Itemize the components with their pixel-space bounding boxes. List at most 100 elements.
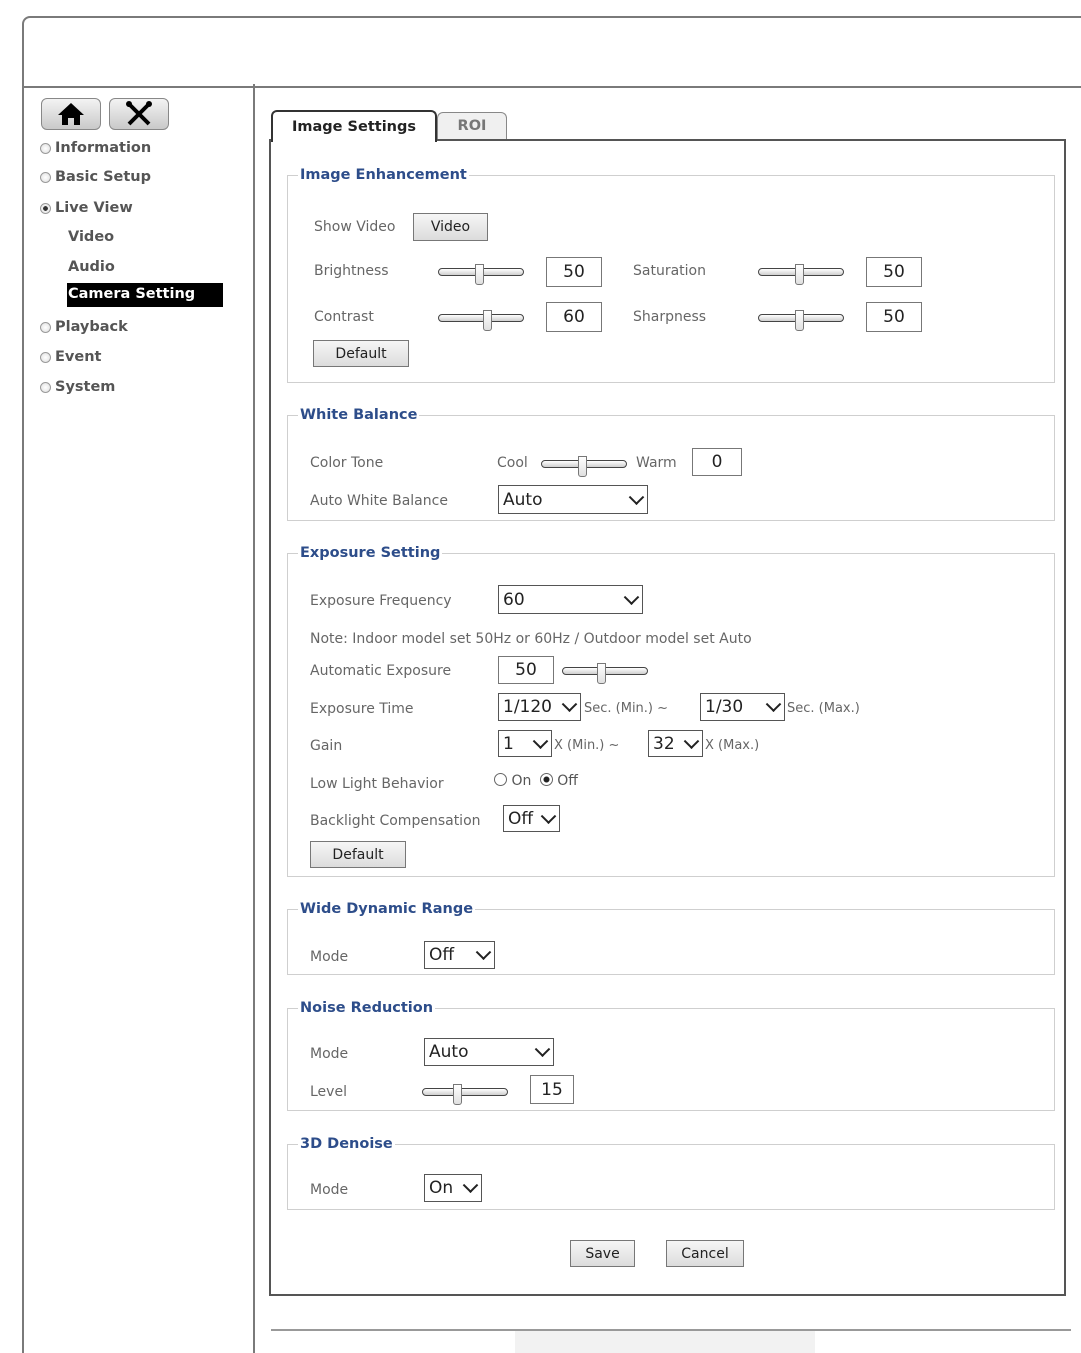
save-button[interactable]: Save — [570, 1240, 635, 1267]
low-light-on-option[interactable]: On Off — [494, 773, 578, 789]
exposure-time-max-select[interactable]: 1/30 — [700, 693, 785, 721]
exposure-frequency-select[interactable]: 60 — [498, 585, 643, 614]
slider-thumb[interactable] — [578, 456, 587, 477]
nav-radio-icon — [40, 351, 51, 363]
nav-system[interactable]: System — [40, 379, 115, 395]
chevron-down-icon — [540, 807, 557, 824]
backlight-select[interactable]: Off — [503, 805, 560, 832]
slider-thumb[interactable] — [483, 310, 492, 331]
slider-thumb[interactable] — [795, 310, 804, 331]
select-value: 32 — [653, 733, 675, 754]
radio-checked-icon[interactable] — [539, 773, 553, 786]
group-title: White Balance — [300, 407, 418, 423]
nav-sub-video[interactable]: Video — [68, 229, 114, 245]
settings-button[interactable] — [109, 98, 169, 130]
wdr-mode-select[interactable]: Off — [424, 941, 495, 969]
sidebar: Information Basic Setup Live View Video … — [24, 86, 253, 1353]
radio-unchecked-icon[interactable] — [494, 773, 507, 786]
chevron-down-icon — [683, 732, 700, 749]
video-button[interactable]: Video — [413, 213, 488, 241]
noise-reduction-group: Noise Reduction Mode Auto Level 15 — [287, 1000, 1055, 1111]
brightness-value[interactable]: 50 — [546, 257, 602, 287]
saturation-slider[interactable] — [758, 261, 844, 285]
nav-label: Playback — [55, 319, 128, 335]
warm-label: Warm — [636, 455, 677, 471]
chevron-down-icon — [623, 588, 640, 605]
slider-thumb[interactable] — [597, 663, 606, 684]
chevron-down-icon — [765, 696, 782, 713]
exposure-group: Exposure Setting Exposure Frequency 60 N… — [287, 545, 1055, 877]
nav-information[interactable]: Information — [40, 140, 151, 156]
denoise-mode-select[interactable]: On — [424, 1174, 482, 1202]
sec-max-label: Sec. (Max.) — [787, 701, 860, 716]
image-default-button[interactable]: Default — [313, 340, 409, 367]
select-value: 1 — [503, 733, 514, 754]
awb-select[interactable]: Auto — [498, 485, 648, 514]
denoise-mode-label: Mode — [310, 1182, 349, 1198]
select-value: Off — [429, 945, 455, 965]
gain-min-select[interactable]: 1 — [498, 730, 552, 757]
slider-thumb[interactable] — [795, 264, 804, 285]
sharpness-slider[interactable] — [758, 307, 844, 331]
nav-event[interactable]: Event — [40, 349, 101, 365]
nav-radio-icon — [40, 171, 51, 183]
home-button[interactable] — [41, 98, 101, 130]
gain-min-label: X (Min.) ~ — [554, 738, 620, 753]
chevron-down-icon — [532, 732, 549, 749]
slider-track — [438, 314, 524, 322]
exposure-time-min-select[interactable]: 1/120 — [498, 693, 581, 721]
nav-basic-setup[interactable]: Basic Setup — [40, 169, 151, 185]
image-enhancement-group: Image Enhancement Show Video Video Brigh… — [287, 167, 1055, 383]
nr-mode-select[interactable]: Auto — [424, 1038, 554, 1066]
nr-level-label: Level — [310, 1084, 347, 1100]
nav-label: System — [55, 379, 116, 395]
select-value: 60 — [503, 589, 525, 610]
select-value: Auto — [503, 489, 543, 510]
chevron-down-icon — [534, 1041, 551, 1058]
settings-panel: Image Enhancement Show Video Video Brigh… — [269, 139, 1066, 1296]
color-tone-value[interactable]: 0 — [692, 448, 742, 476]
group-title: Image Enhancement — [300, 167, 467, 183]
exposure-default-button[interactable]: Default — [310, 841, 406, 868]
sharpness-label: Sharpness — [633, 309, 707, 325]
slider-track — [422, 1088, 508, 1096]
nr-level-slider[interactable] — [422, 1081, 508, 1105]
slider-thumb[interactable] — [453, 1084, 462, 1105]
select-value: On — [429, 1178, 454, 1198]
nav-label: Information — [55, 140, 152, 156]
auto-exposure-value[interactable]: 50 — [498, 656, 554, 684]
slider-thumb[interactable] — [475, 264, 484, 285]
gain-max-select[interactable]: 32 — [648, 730, 703, 757]
tab-roi[interactable]: ROI — [437, 112, 507, 139]
nav-label: Live View — [55, 200, 133, 216]
header-bar — [22, 16, 1081, 88]
cool-label: Cool — [497, 455, 528, 471]
color-tone-label: Color Tone — [310, 455, 384, 471]
nav-sub-audio[interactable]: Audio — [68, 259, 115, 275]
auto-exposure-slider[interactable] — [562, 660, 648, 684]
nav-playback[interactable]: Playback — [40, 319, 128, 335]
contrast-value[interactable]: 60 — [546, 302, 602, 332]
saturation-value[interactable]: 50 — [866, 257, 922, 287]
nr-level-value[interactable]: 15 — [530, 1075, 574, 1104]
group-title: Wide Dynamic Range — [300, 901, 474, 917]
chevron-down-icon — [628, 488, 645, 505]
auto-exposure-label: Automatic Exposure — [310, 663, 452, 679]
select-value: Off — [508, 808, 534, 829]
sharpness-value[interactable]: 50 — [866, 302, 922, 332]
radio-label: Off — [557, 773, 578, 789]
brightness-slider[interactable] — [438, 261, 524, 285]
contrast-slider[interactable] — [438, 307, 524, 331]
saturation-label: Saturation — [633, 263, 706, 279]
nav-live-view[interactable]: Live View — [40, 200, 133, 216]
sidebar-divider — [253, 84, 255, 1353]
denoise-3d-group: 3D Denoise Mode On — [287, 1136, 1055, 1210]
home-icon — [58, 103, 84, 125]
brightness-label: Brightness — [314, 263, 389, 279]
tab-image-settings[interactable]: Image Settings — [271, 110, 437, 142]
color-tone-slider[interactable] — [541, 453, 627, 477]
cancel-button[interactable]: Cancel — [666, 1240, 744, 1267]
exposure-frequency-label: Exposure Frequency — [310, 593, 452, 609]
nav-sub-camera-setting[interactable]: Camera Setting — [67, 283, 224, 307]
nav-radio-icon — [40, 142, 51, 154]
